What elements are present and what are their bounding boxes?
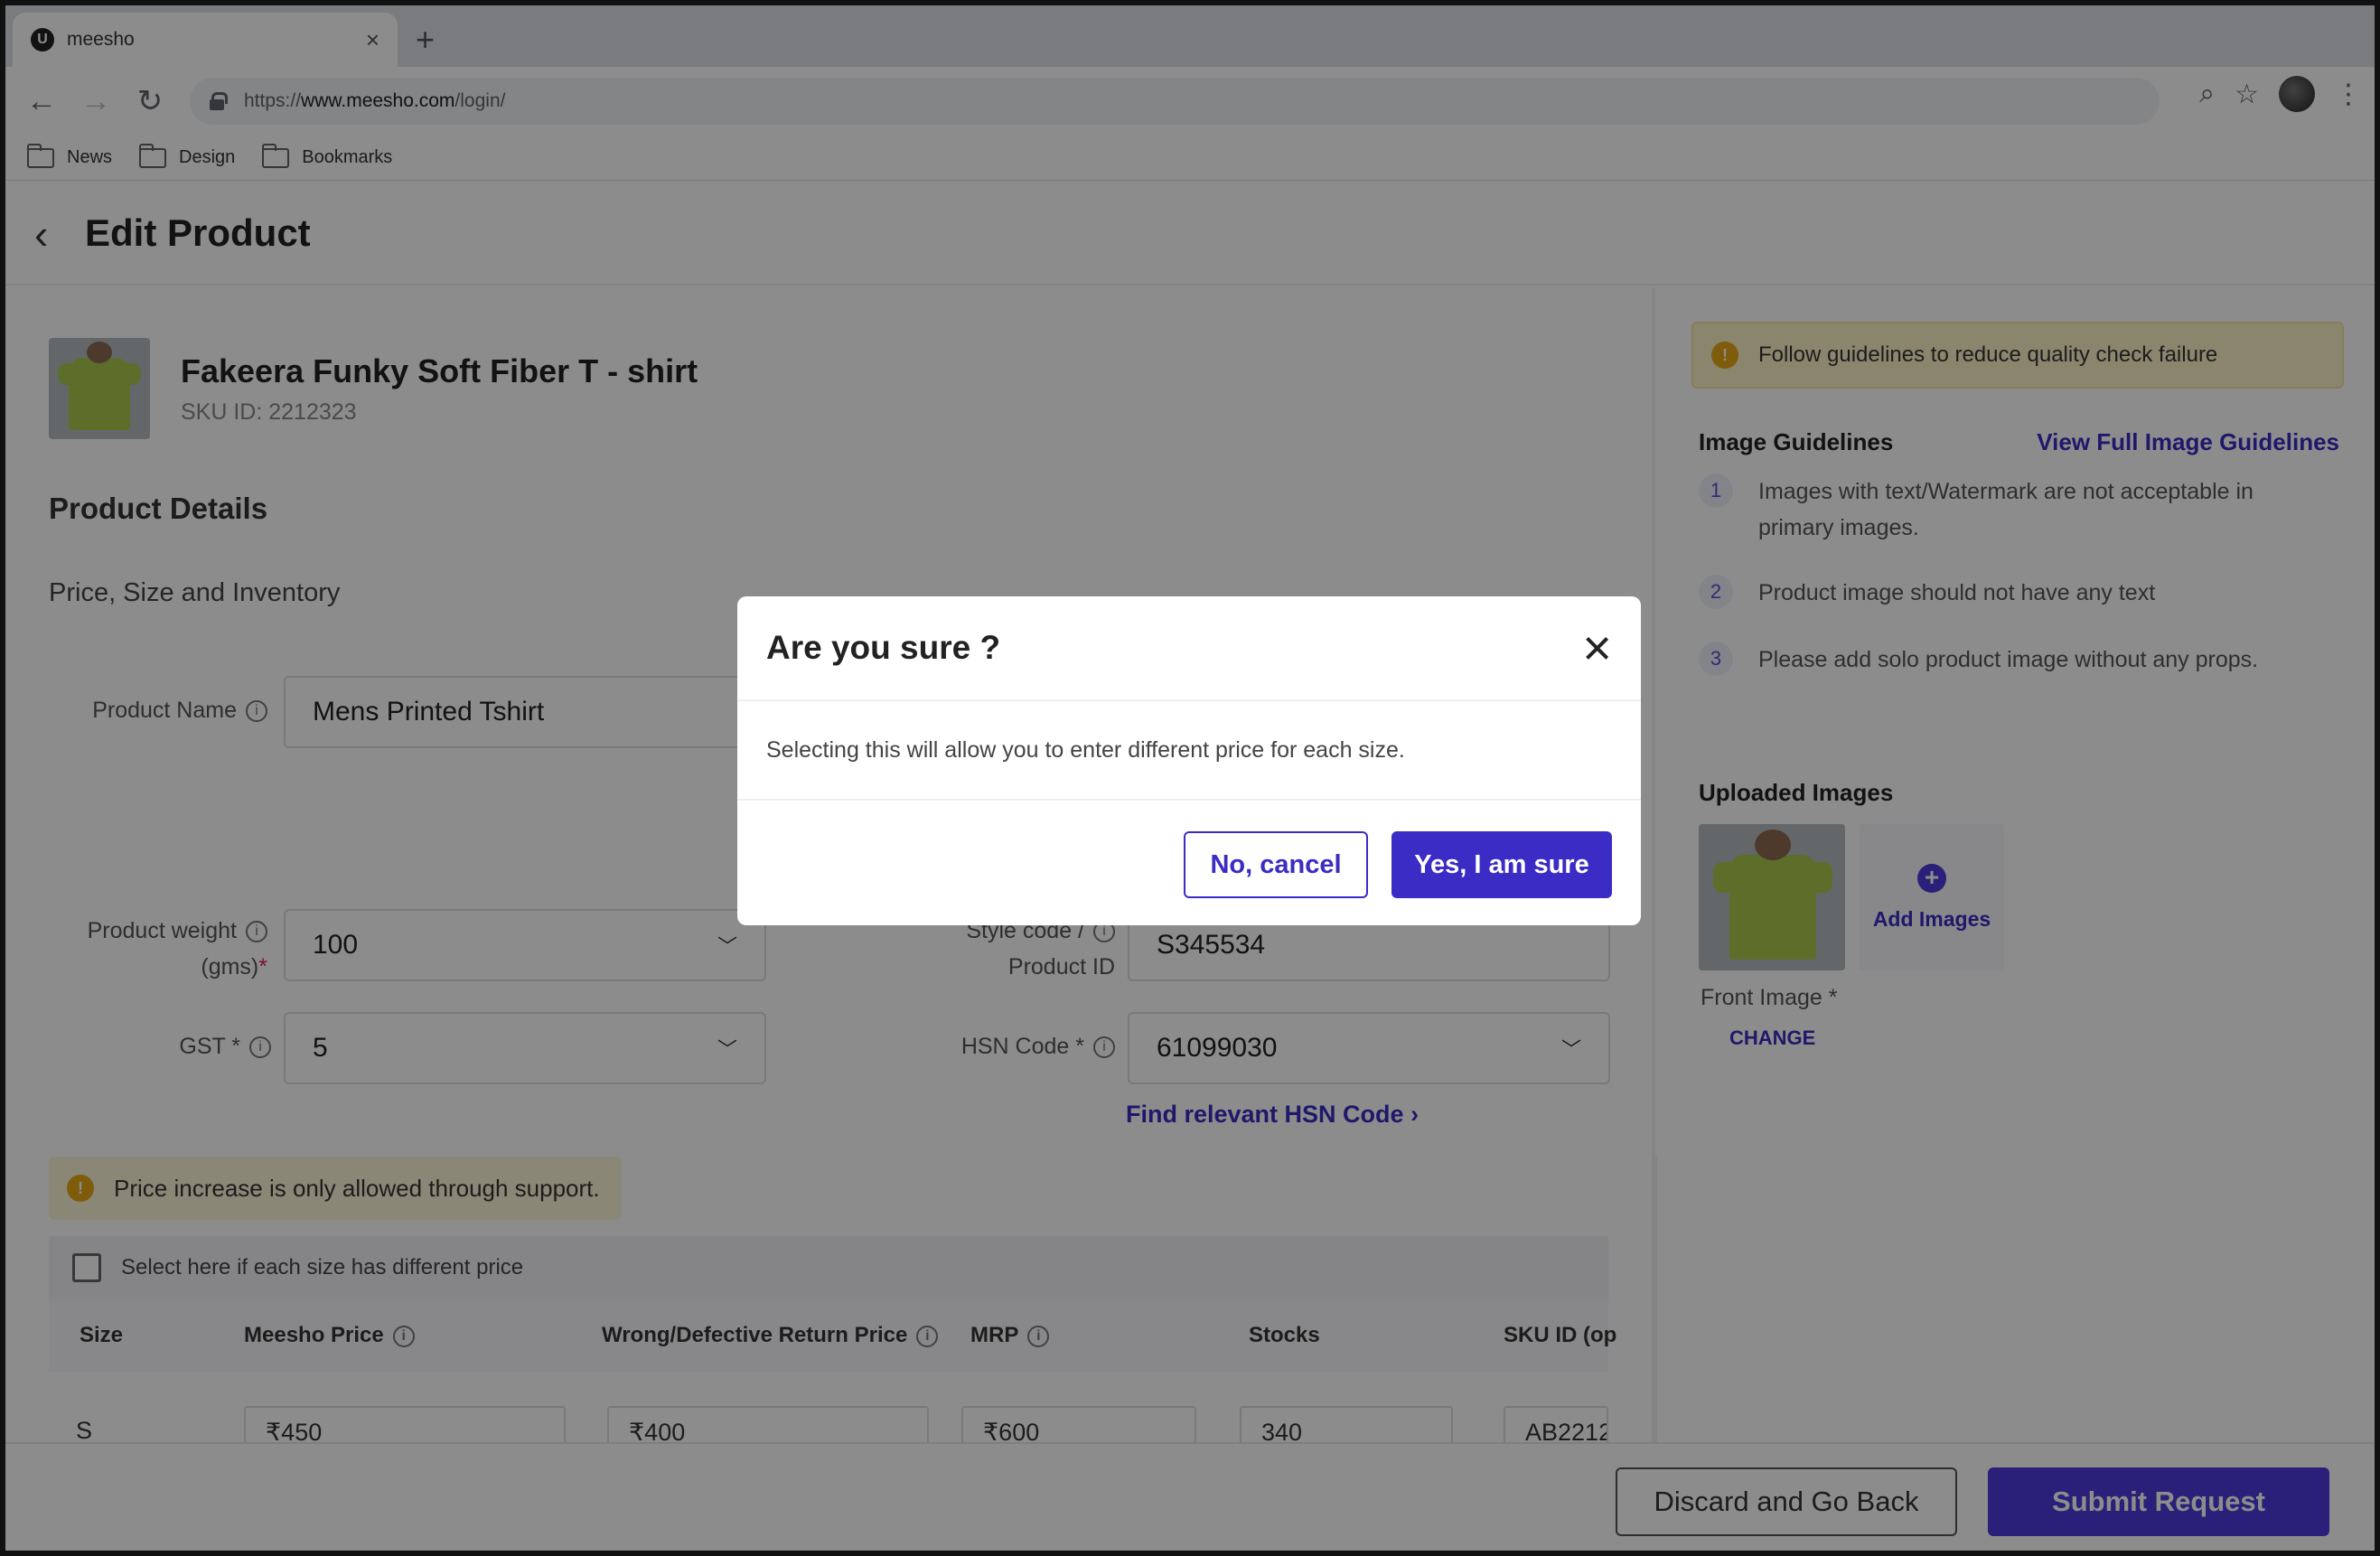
dialog-header: Are you sure ? × — [737, 596, 1641, 701]
cancel-button[interactable]: No, cancel — [1184, 831, 1368, 898]
dialog-title: Are you sure ? — [766, 629, 1001, 666]
confirm-dialog: Are you sure ? × Selecting this will all… — [737, 596, 1641, 925]
dialog-message: Selecting this will allow you to enter d… — [766, 736, 1405, 763]
close-icon[interactable]: × — [1582, 623, 1612, 673]
confirm-button[interactable]: Yes, I am sure — [1391, 831, 1612, 898]
dialog-body: Selecting this will allow you to enter d… — [737, 701, 1641, 801]
dialog-footer: No, cancel Yes, I am sure — [737, 801, 1641, 925]
